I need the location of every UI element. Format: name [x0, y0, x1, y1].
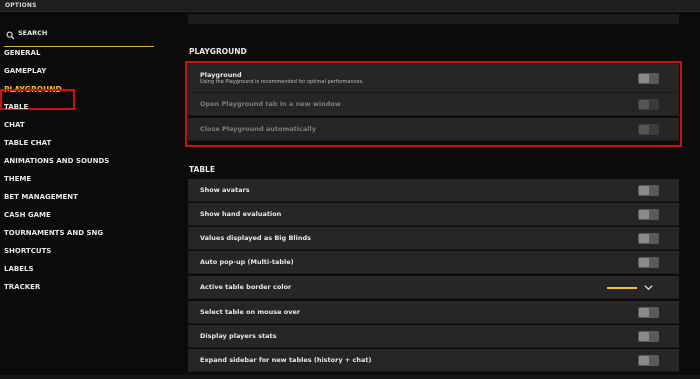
- section-title-playground: PLAYGROUND: [189, 47, 247, 56]
- chevron-down-icon[interactable]: [644, 283, 653, 292]
- setting-label: Expand sidebar for new tables (history +…: [200, 356, 372, 364]
- auto-popup-toggle[interactable]: [638, 257, 659, 268]
- setting-row-display-players-stats: Display players stats: [188, 325, 679, 348]
- toggle-knob: [639, 186, 649, 195]
- sidebar-item-labels[interactable]: LABELS: [4, 265, 34, 273]
- setting-row-active-table-border-color: Active table border color: [188, 276, 679, 299]
- setting-row-show-avatars: Show avatars: [188, 179, 679, 202]
- toggle-knob: [639, 332, 649, 341]
- sidebar-item-table[interactable]: TABLE: [4, 103, 28, 111]
- toggle-knob: [639, 258, 649, 267]
- setting-label: Active table border color: [200, 283, 292, 291]
- sidebar-item-tournaments-and-sng[interactable]: TOURNAMENTS AND SNG: [4, 229, 103, 237]
- setting-row-select-table-mouse-over: Select table on mouse over: [188, 301, 679, 324]
- setting-label: Display players stats: [200, 332, 277, 340]
- sidebar-item-theme[interactable]: THEME: [4, 175, 31, 183]
- setting-label: Values displayed as Big Blinds: [200, 234, 312, 242]
- select-table-mouse-over-toggle[interactable]: [638, 307, 659, 318]
- sidebar-item-bet-management[interactable]: BET MANAGEMENT: [4, 193, 78, 201]
- setting-label: Auto pop-up (Multi-table): [200, 258, 294, 266]
- sidebar-item-cash-game[interactable]: CASH GAME: [4, 211, 51, 219]
- sidebar: SEARCH GENERAL GAMEPLAY PLAYGROUND TABLE…: [0, 12, 168, 379]
- toggle-knob: [639, 356, 649, 365]
- sidebar-item-tracker[interactable]: TRACKER: [4, 283, 40, 291]
- section-title-table: TABLE: [189, 165, 215, 174]
- sidebar-item-animations-and-sounds[interactable]: ANIMATIONS AND SOUNDS: [4, 157, 109, 165]
- setting-row-values-as-big-blinds: Values displayed as Big Blinds: [188, 227, 679, 250]
- title-bar: OPTIONS: [0, 0, 700, 12]
- expand-sidebar-toggle[interactable]: [638, 355, 659, 366]
- search-icon: [6, 31, 15, 40]
- show-avatars-toggle[interactable]: [638, 185, 659, 196]
- setting-row-expand-sidebar: Expand sidebar for new tables (history +…: [188, 349, 679, 372]
- setting-row-show-hand-evaluation: Show hand evaluation: [188, 203, 679, 226]
- previous-setting-row: [188, 14, 679, 24]
- window-title: OPTIONS: [5, 2, 37, 9]
- highlight-box-playground: [185, 61, 682, 147]
- status-bar: [0, 375, 700, 379]
- setting-label: Select table on mouse over: [200, 308, 301, 316]
- sidebar-item-chat[interactable]: CHAT: [4, 121, 25, 129]
- setting-label: Show hand evaluation: [200, 210, 282, 218]
- sidebar-item-table-chat[interactable]: TABLE CHAT: [4, 139, 51, 147]
- sidebar-item-gameplay[interactable]: GAMEPLAY: [4, 67, 46, 75]
- sidebar-item-shortcuts[interactable]: SHORTCUTS: [4, 247, 51, 255]
- toggle-knob: [639, 234, 649, 243]
- border-color-swatch[interactable]: [607, 287, 637, 289]
- values-as-big-blinds-toggle[interactable]: [638, 233, 659, 244]
- search-box[interactable]: SEARCH: [4, 26, 154, 47]
- setting-row-auto-popup: Auto pop-up (Multi-table): [188, 251, 679, 274]
- sidebar-item-general[interactable]: GENERAL: [4, 49, 40, 57]
- setting-label: Show avatars: [200, 186, 250, 194]
- search-label: SEARCH: [18, 29, 48, 37]
- toggle-knob: [639, 210, 649, 219]
- settings-panel: PLAYGROUND Playground Using the Playgrou…: [168, 12, 700, 379]
- show-hand-evaluation-toggle[interactable]: [638, 209, 659, 220]
- toggle-knob: [639, 308, 649, 317]
- display-players-stats-toggle[interactable]: [638, 331, 659, 342]
